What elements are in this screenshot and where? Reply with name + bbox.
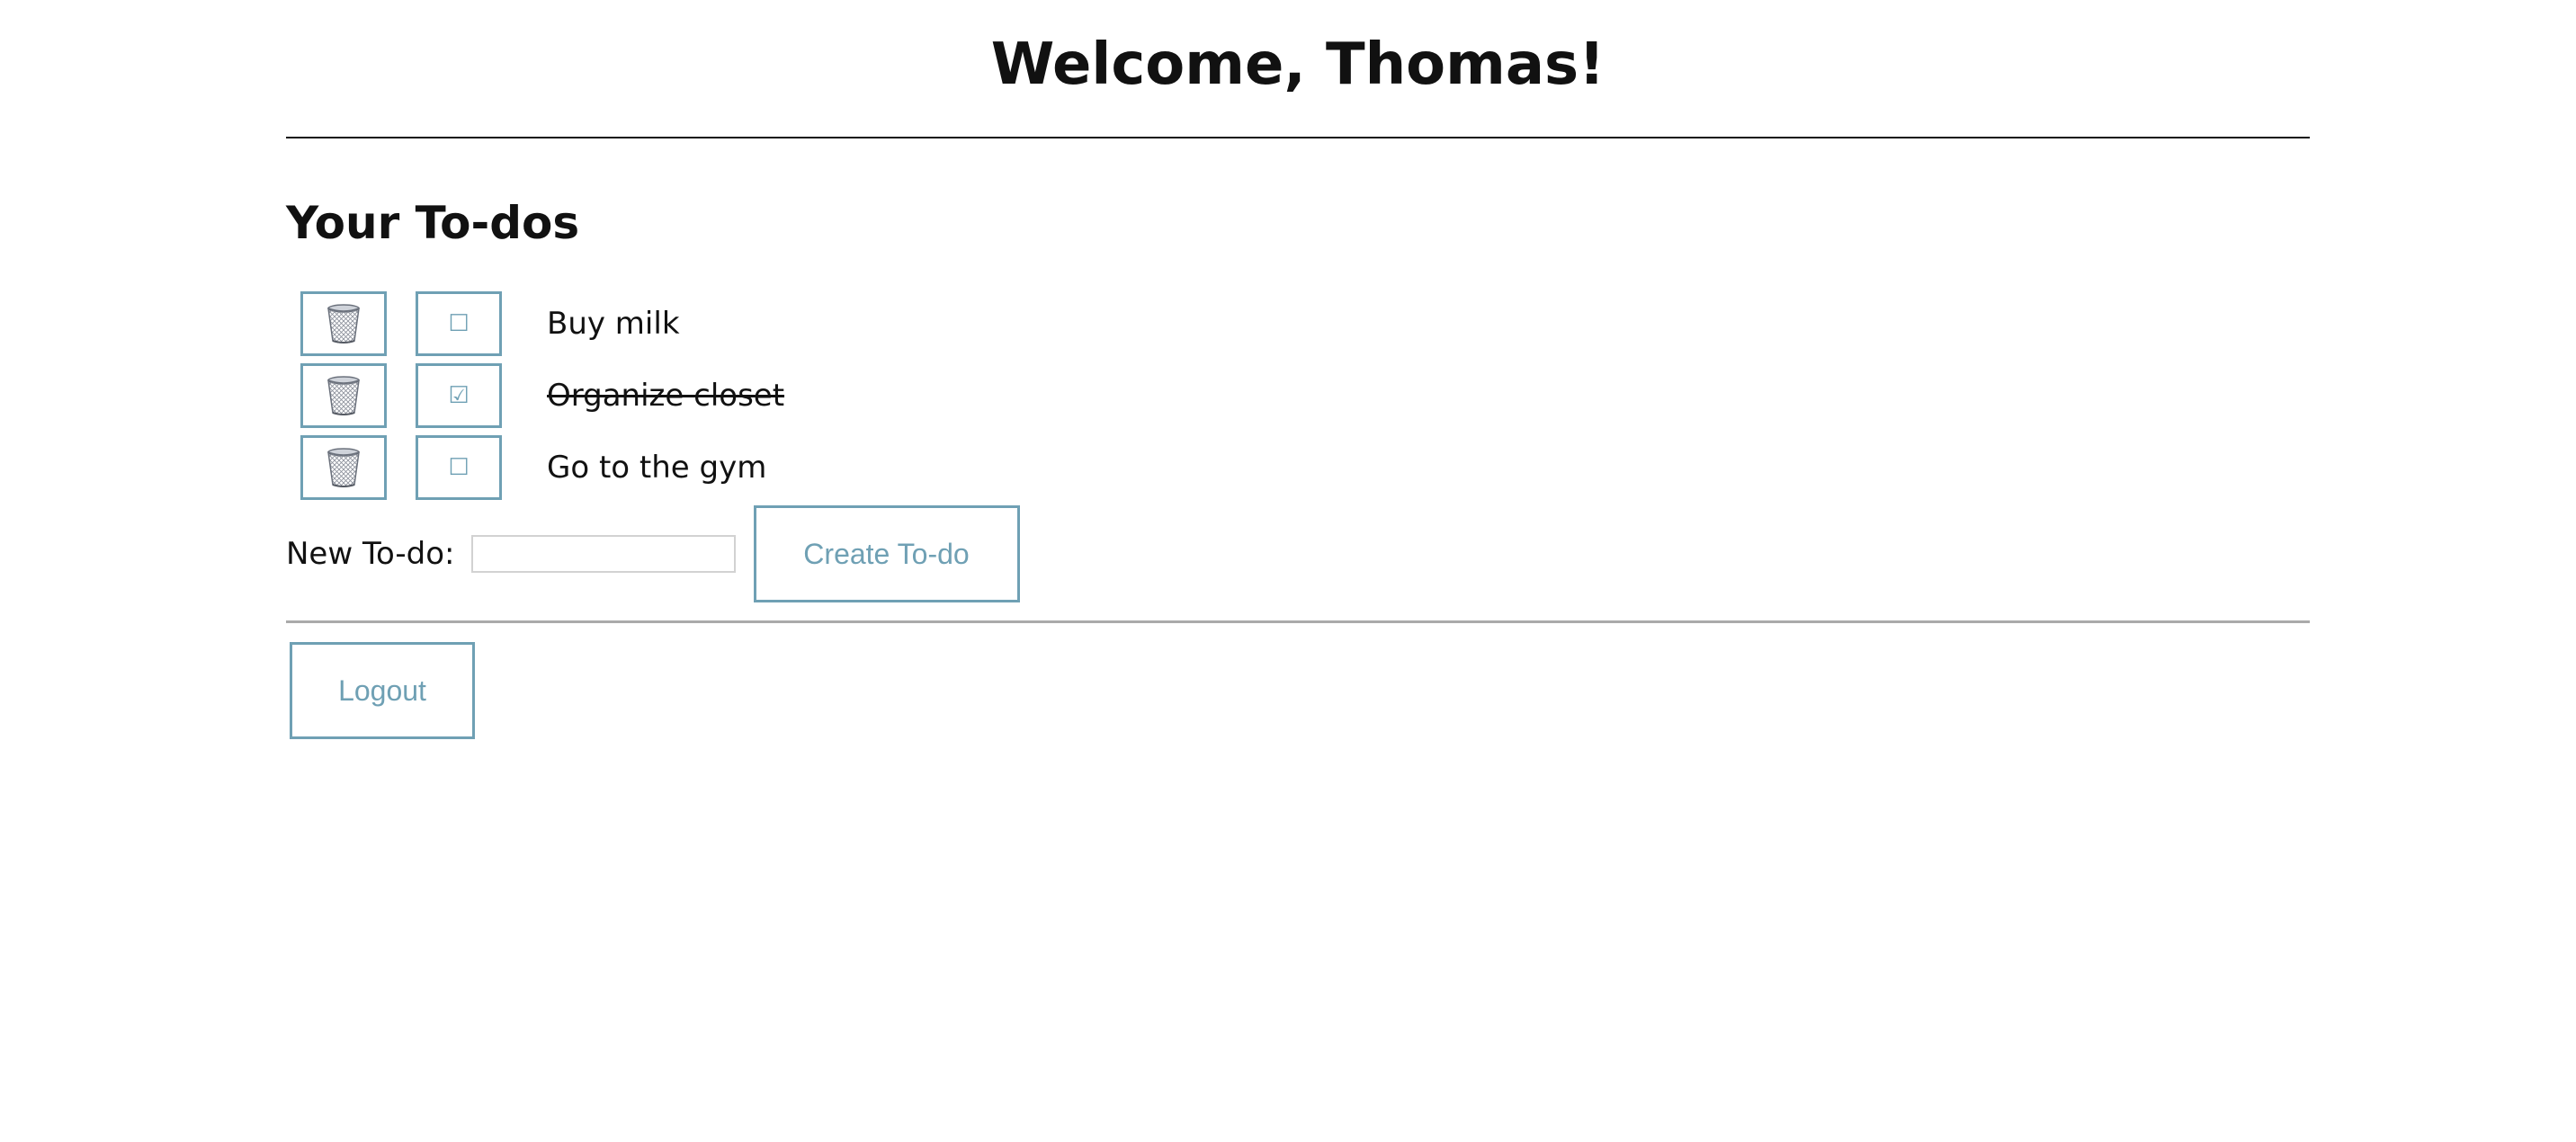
new-todo-input[interactable] <box>470 535 736 573</box>
wastebasket-icon <box>326 303 362 344</box>
new-todo-form: New To-do: Create To-do <box>286 505 1020 602</box>
todo-item: ☑ Organize closet <box>300 363 784 428</box>
toggle-complete-button[interactable]: ☐ <box>416 291 502 356</box>
ballot-box-with-check-icon: ☑ <box>448 382 470 409</box>
logout-button[interactable]: Logout <box>290 642 475 739</box>
todo-text: Go to the gym <box>547 450 767 486</box>
ballot-box-icon: ☐ <box>448 454 470 481</box>
top-divider <box>286 137 2310 138</box>
toggle-complete-button[interactable]: ☐ <box>416 435 502 500</box>
wastebasket-icon <box>326 375 362 416</box>
ballot-box-icon: ☐ <box>448 310 470 337</box>
todo-list: ☐ Buy milk ☑ Organize closet ☐ Go to the… <box>300 291 784 507</box>
toggle-complete-button[interactable]: ☑ <box>416 363 502 428</box>
wastebasket-icon <box>326 447 362 488</box>
create-todo-button[interactable]: Create To-do <box>753 505 1020 602</box>
todos-heading: Your To-dos <box>286 197 580 249</box>
delete-button[interactable] <box>300 291 387 356</box>
todo-text: Organize closet <box>547 378 785 414</box>
todo-item: ☐ Buy milk <box>300 291 784 356</box>
bottom-divider <box>286 620 2310 623</box>
page: Welcome, Thomas! Your To-dos ☐ Buy milk … <box>0 0 2576 1142</box>
todo-text: Buy milk <box>547 306 680 342</box>
welcome-heading: Welcome, Thomas! <box>990 31 1606 98</box>
delete-button[interactable] <box>300 435 387 500</box>
new-todo-label: New To-do: <box>286 536 455 572</box>
todo-item: ☐ Go to the gym <box>300 435 784 500</box>
delete-button[interactable] <box>300 363 387 428</box>
